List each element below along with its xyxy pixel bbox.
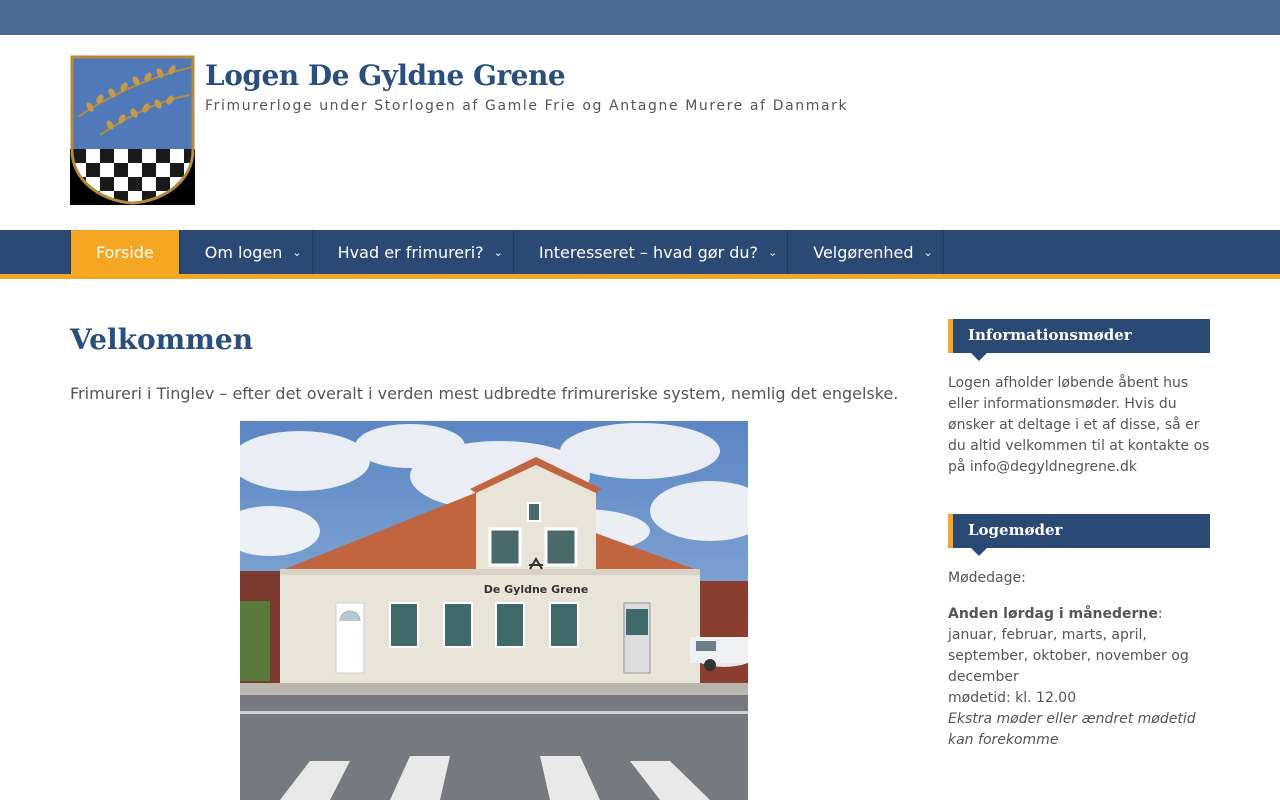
chevron-down-icon: ⌄ [493,245,503,259]
page-title: Velkommen [70,323,254,356]
meeting-time: mødetid: kl. 12.00 [948,690,1077,706]
nav-item-hvad-er-frimureri[interactable]: Hvad er frimureri? ⌄ [313,230,514,274]
nav-item-label: Interesseret – hvad gør du? [538,242,759,262]
chevron-down-icon: ⌄ [292,245,302,259]
nav-item-label: Om logen [204,242,283,262]
chevron-down-icon: ⌄ [768,245,778,259]
meeting-days-label: Mødedage: [948,570,1026,586]
nav-item-label: Forside [96,242,154,262]
widget-notch [971,548,987,556]
meeting-note: Ekstra møder eller ændret mødetid kan fo… [948,711,1196,748]
nav-item-forside[interactable]: Forside [70,230,180,274]
building-sign: De Gyldne Grene [484,583,589,596]
main-navigation: Forside Om logen ⌄ Hvad er frimureri? ⌄ … [0,230,1280,274]
widget-title: Informationsmøder [968,326,1132,344]
meeting-schedule-bold: Anden lørdag i månederne [948,606,1158,622]
site-title[interactable]: Logen De Gyldne Grene [205,59,566,92]
widget-header-informationsmoeder: Informationsmøder [948,319,1210,361]
nav-item-om-logen[interactable]: Om logen ⌄ [180,230,313,274]
info-paragraph: Logen afholder løbende åbent hus eller i… [948,375,1210,475]
nav-underline [0,274,1280,279]
widget-text-informationsmoeder: Logen afholder løbende åbent hus eller i… [948,373,1210,478]
widget-text-logemoeder: Mødedage: Anden lørdag i månederne: janu… [948,568,1210,751]
meeting-schedule: Anden lørdag i månederne: januar, februa… [948,604,1210,751]
widget-notch [971,353,987,361]
top-strip [0,0,1280,35]
lodge-building-photo: De Gyldne Grene [240,421,748,800]
site-header: Logen De Gyldne Grene Frimurerloge under… [0,35,1280,230]
nav-item-interesseret[interactable]: Interesseret – hvad gør du? ⌄ [514,230,789,274]
meeting-months: januar, februar, marts, april, september… [948,627,1189,685]
meeting-schedule-colon: : [1157,606,1163,622]
nav-item-label: Velgørenhed [813,242,914,262]
nav-item-label: Hvad er frimureri? [337,242,484,262]
intro-text: Frimureri i Tinglev – efter det overalt … [70,384,899,403]
widget-header-logemoeder: Logemøder [948,514,1210,556]
nav-item-velgoerenhed[interactable]: Velgørenhed ⌄ [788,230,944,274]
site-tagline: Frimurerloge under Storlogen af Gamle Fr… [205,98,849,114]
chevron-down-icon: ⌄ [923,245,933,259]
widget-title: Logemøder [968,521,1063,539]
site-logo[interactable] [70,55,195,205]
